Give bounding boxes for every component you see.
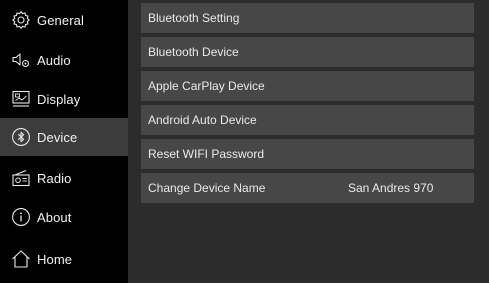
- menu-row-label: Android Auto Device: [148, 113, 257, 127]
- menu-row-label: Apple CarPlay Device: [148, 79, 265, 93]
- sidebar-item-audio[interactable]: Audio: [0, 41, 128, 79]
- bluetooth-icon: [11, 127, 31, 147]
- settings-sidebar: General Audio Display Device Radio About…: [0, 0, 128, 283]
- sidebar-item-about[interactable]: About: [0, 198, 128, 236]
- sidebar-item-label: Device: [37, 129, 78, 145]
- sidebar-item-label: General: [37, 12, 84, 28]
- radio-icon: [11, 168, 31, 188]
- menu-row-label: Bluetooth Setting: [148, 11, 240, 25]
- bluetooth-device-row[interactable]: Bluetooth Device: [141, 37, 474, 67]
- home-icon: [11, 249, 31, 269]
- menu-row-label: Reset WIFI Password: [148, 147, 265, 161]
- sidebar-item-general[interactable]: General: [0, 1, 128, 39]
- gear-icon: [11, 10, 31, 30]
- sidebar-item-label: Display: [37, 91, 81, 107]
- bluetooth-setting-row[interactable]: Bluetooth Setting: [141, 3, 474, 33]
- display-icon: [11, 89, 31, 109]
- change-device-name-row[interactable]: Change Device Name San Andres 970: [141, 173, 474, 203]
- reset-wifi-password-row[interactable]: Reset WIFI Password: [141, 139, 474, 169]
- sidebar-item-label: About: [37, 209, 72, 225]
- speaker-icon: [11, 50, 31, 70]
- menu-row-label: Bluetooth Device: [148, 45, 239, 59]
- sidebar-item-label: Radio: [37, 170, 72, 186]
- android-auto-device-row[interactable]: Android Auto Device: [141, 105, 474, 135]
- device-name-value: San Andres 970: [348, 181, 434, 195]
- sidebar-item-device[interactable]: Device: [0, 118, 128, 156]
- sidebar-item-radio[interactable]: Radio: [0, 159, 128, 197]
- sidebar-item-home[interactable]: Home: [0, 240, 128, 278]
- apple-carplay-device-row[interactable]: Apple CarPlay Device: [141, 71, 474, 101]
- sidebar-item-label: Audio: [37, 52, 71, 68]
- sidebar-item-label: Home: [37, 251, 73, 267]
- sidebar-item-display[interactable]: Display: [0, 80, 128, 118]
- device-settings-panel: Bluetooth Setting Bluetooth Device Apple…: [128, 0, 489, 283]
- menu-row-label: Change Device Name: [148, 181, 266, 195]
- info-icon: [11, 207, 31, 227]
